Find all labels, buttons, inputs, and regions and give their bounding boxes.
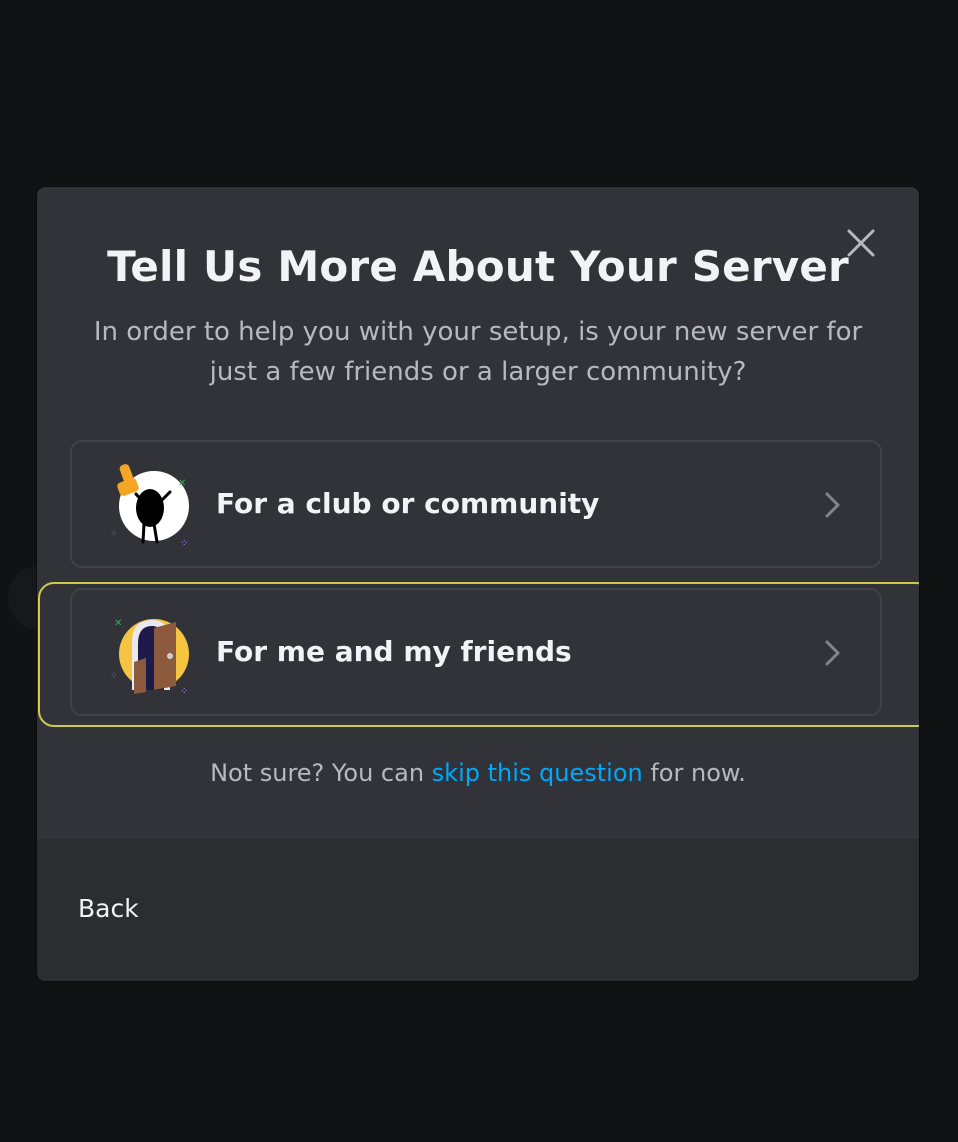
option-label: For me and my friends: [216, 635, 572, 668]
svg-text:⁘: ⁘: [110, 529, 118, 539]
back-button[interactable]: Back: [78, 887, 139, 931]
modal-footer: [37, 839, 919, 981]
chevron-right-icon: [825, 640, 840, 666]
option-me-and-friends[interactable]: ✕ ⁘ ⁘ For me and my friends: [70, 588, 882, 716]
skip-question-link[interactable]: skip this question: [432, 759, 643, 787]
skip-suffix: for now.: [642, 759, 746, 787]
friends-door-illustration: ✕ ⁘ ⁘: [110, 618, 189, 696]
svg-text:⁘: ⁘: [180, 686, 188, 696]
option-label: For a club or community: [216, 487, 600, 520]
option-club-community[interactable]: ✕ ⁘ ⁘ For a club or community: [70, 440, 882, 568]
svg-text:✕: ✕: [114, 618, 122, 629]
skip-question-text: Not sure? You can skip this question for…: [37, 753, 919, 793]
club-community-illustration: ✕ ⁘ ⁘: [110, 464, 189, 548]
svg-text:✕: ✕: [178, 478, 186, 489]
svg-text:⁘: ⁘: [110, 671, 118, 681]
create-server-modal: Tell Us More About Your Server In order …: [37, 187, 919, 981]
modal-subtitle: In order to help you with your setup, is…: [93, 317, 863, 387]
modal-title: Tell Us More About Your Server: [107, 242, 849, 291]
chevron-right-icon: [825, 492, 840, 518]
skip-prefix: Not sure? You can: [210, 759, 432, 787]
svg-text:⁘: ⁘: [180, 538, 188, 548]
